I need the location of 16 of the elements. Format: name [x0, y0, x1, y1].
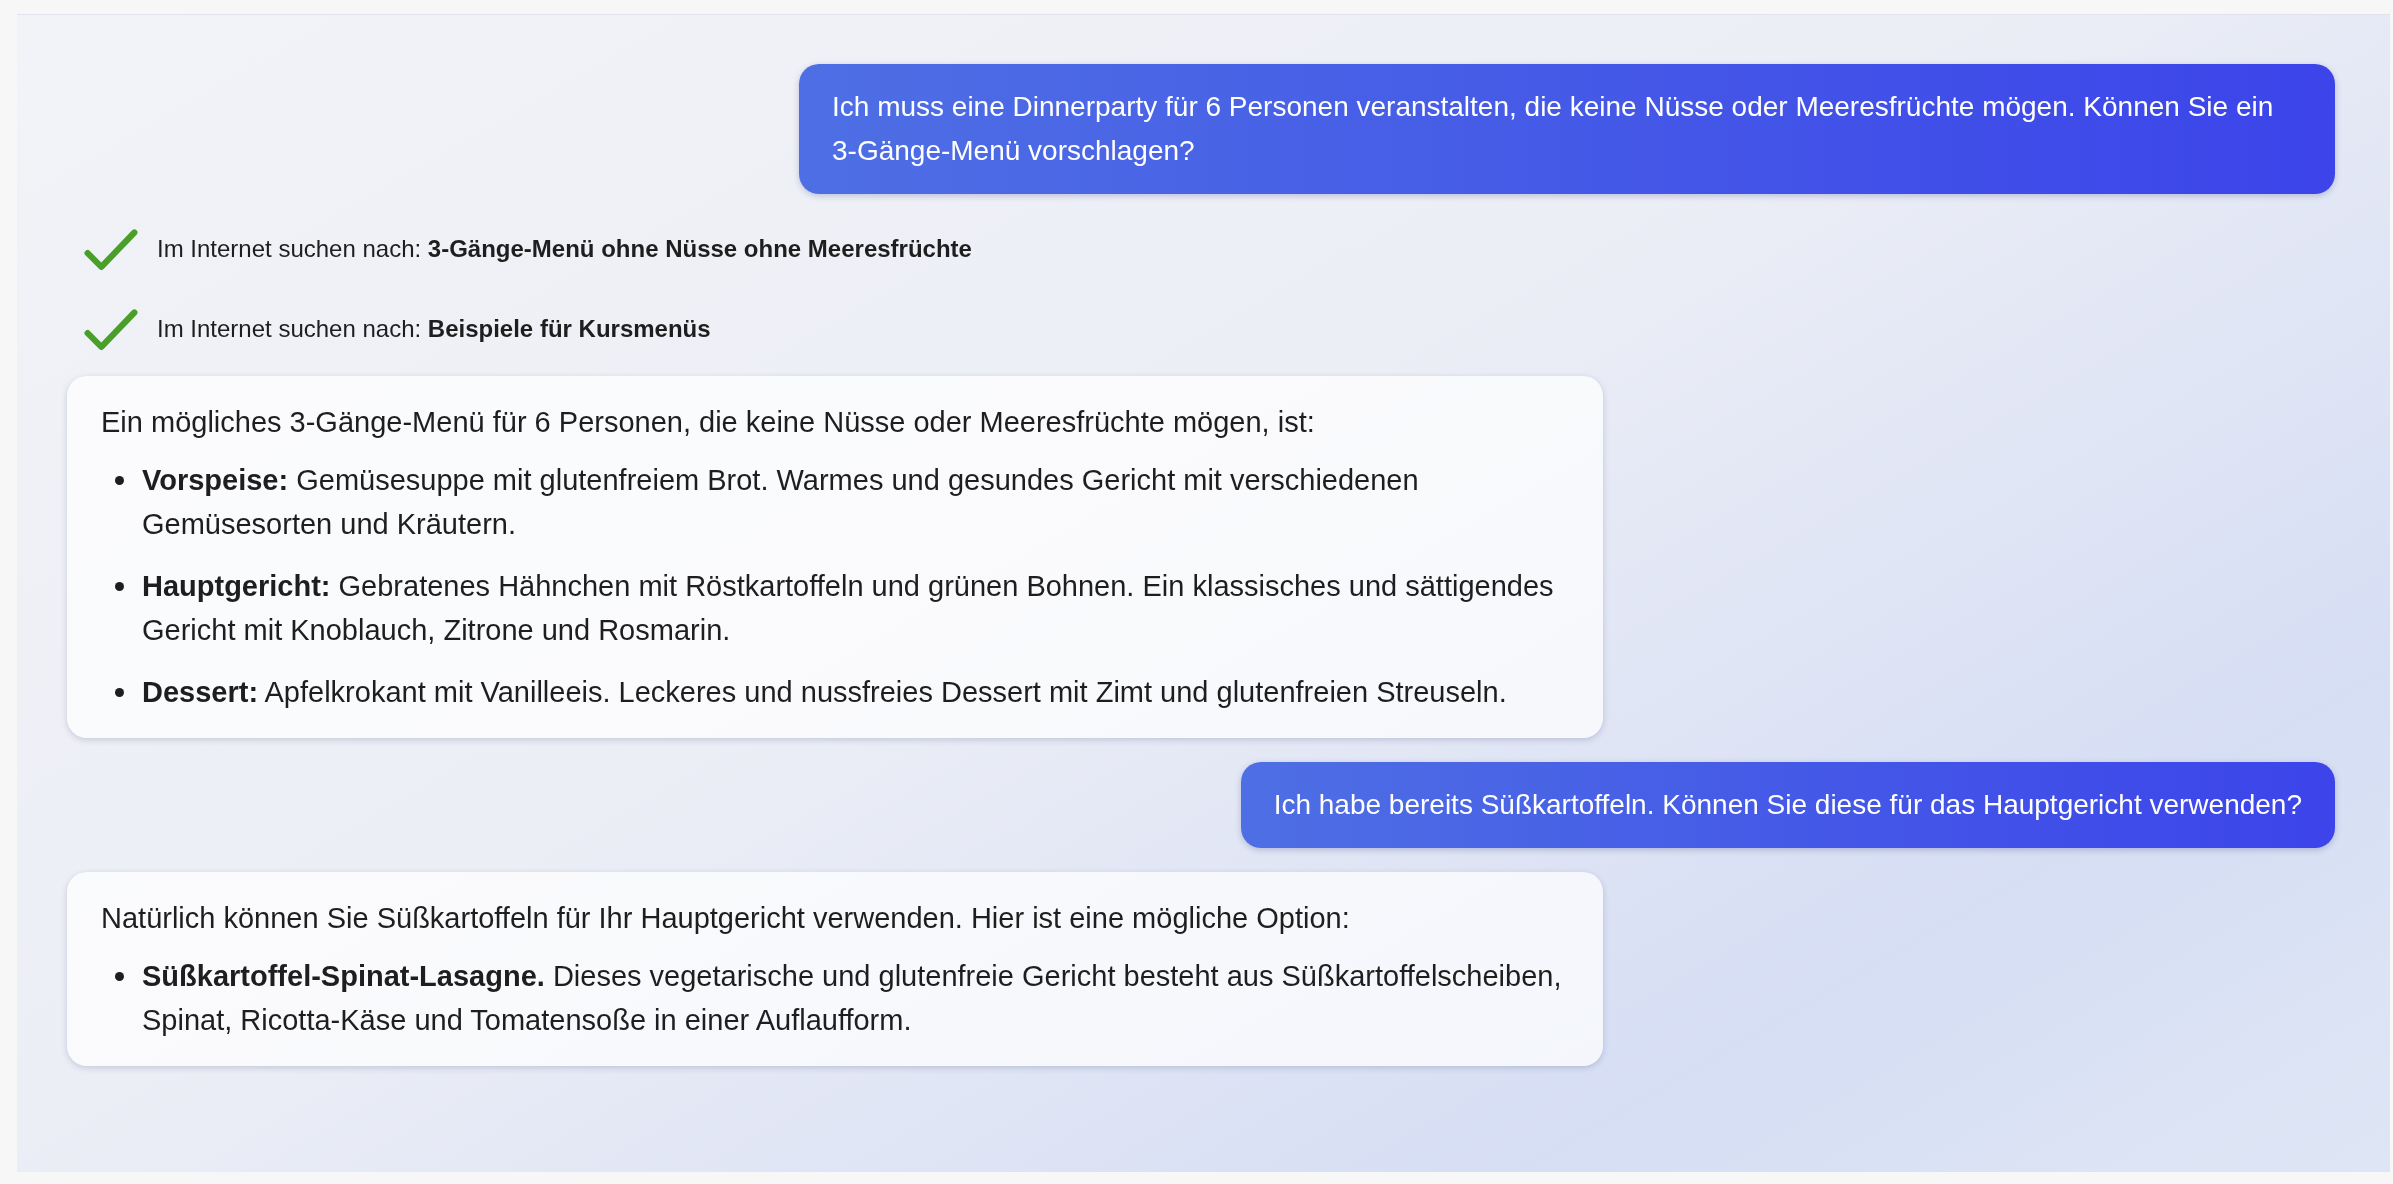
- bullet-icon: [115, 972, 124, 981]
- bullet-icon: [115, 582, 124, 591]
- search-status-text: Im Internet suchen nach: Beispiele für Kursmenüs: [157, 315, 711, 343]
- checkmark-icon: [83, 227, 139, 271]
- bullet-icon: [115, 688, 124, 697]
- list-item-text: Hauptgericht: Gebratenes Hähnchen mit Röstkartoffeln und grünen Bohnen. Ein klassisches und sättigendes Gericht mit Knoblauch, Zitrone und Rosmarin.: [142, 569, 1555, 648]
- bullet-icon: [115, 476, 124, 485]
- checkmark-icon: [83, 307, 139, 351]
- user-message: Ich muss eine Dinnerparty für 6 Personen veranstalten, die keine Nüsse oder Meeresfrüchte mögen. Können Sie ein 3-Gänge-Menü vorschlagen?: [799, 64, 2335, 194]
- message-text: Natürlich können Sie Süßkartoffeln für Ihr Hauptgericht verwenden. Hier ist eine mögliche Option:: [101, 901, 1351, 936]
- message-text: Ein mögliches 3-Gänge-Menü für 6 Personen, die keine Nüsse oder Meeresfrüchte mögen, ist:: [101, 405, 1316, 440]
- list-item-text: Süßkartoffel-Spinat-Lasagne. Dieses vegetarische und glutenfreie Gericht besteht aus Süßkartoffelscheiben, Spinat, Ricotta-Käse und Tomatensoße in einer Auflaufform.: [142, 959, 1563, 1038]
- user-message: Ich habe bereits Süßkartoffeln. Können Sie diese für das Hauptgericht verwenden?: [1240, 762, 2335, 848]
- list-item-text: Vorspeise: Gemüsesuppe mit glutenfreiem Brot. Warmes und gesundes Gericht mit verschiedenen Gemüsesorten und Kräutern.: [142, 463, 1420, 542]
- search-status-text: Im Internet suchen nach: 3-Gänge-Menü ohne Nüsse ohne Meeresfrüchte: [157, 235, 972, 263]
- list-item-text: Dessert: Apfelkrokant mit Vanilleeis. Leckeres und nussfreies Dessert mit Zimt und glutenfreien Streuseln.: [142, 675, 1507, 710]
